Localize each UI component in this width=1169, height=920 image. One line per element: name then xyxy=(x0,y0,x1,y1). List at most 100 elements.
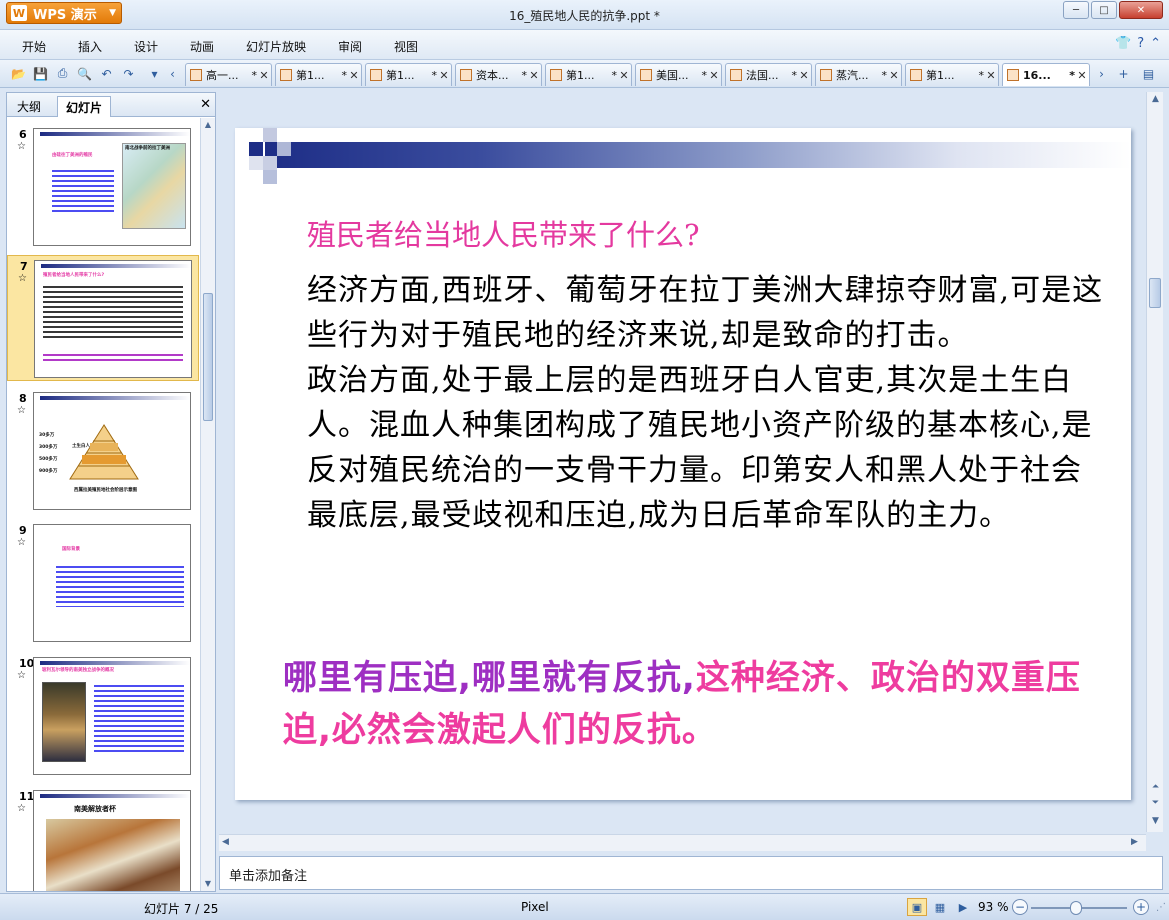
close-tab-icon[interactable]: ✕ xyxy=(437,69,451,82)
slide-number: 7 xyxy=(20,260,28,273)
title-bar: W WPS 演示 ▼ 16_殖民地人民的抗争.ppt * ─ □ ✕ xyxy=(0,0,1169,30)
close-panel-icon[interactable]: ✕ xyxy=(200,97,211,112)
animation-star-icon: ☆ xyxy=(18,273,27,284)
close-tab-icon[interactable]: ✕ xyxy=(887,69,901,82)
editor-horizontal-scrollbar[interactable]: ◀ ▶ xyxy=(219,834,1146,851)
zoom-in-icon[interactable]: + xyxy=(1133,899,1149,915)
notes-pane[interactable]: 单击添加备注 xyxy=(219,856,1163,890)
ppt-file-icon xyxy=(820,69,832,81)
portrait-image xyxy=(42,682,86,762)
scroll-up-icon[interactable]: ▲ xyxy=(203,120,213,130)
maximize-button[interactable]: □ xyxy=(1091,1,1117,19)
doc-tab[interactable]: 蒸汽... * ✕ xyxy=(815,63,902,86)
slideshow-view-icon[interactable]: ▶ xyxy=(953,898,973,916)
trophy-photo xyxy=(46,819,180,891)
thumbnail-slide-9[interactable]: 9 ☆ 国际背景 xyxy=(7,520,199,646)
close-tab-icon[interactable]: ✕ xyxy=(257,69,271,82)
ppt-file-icon xyxy=(910,69,922,81)
close-tab-icon[interactable]: ✕ xyxy=(617,69,631,82)
doc-tab[interactable]: 第1... * ✕ xyxy=(905,63,999,86)
tab-slides[interactable]: 幻灯片 xyxy=(57,96,112,117)
previous-slide-icon[interactable]: ⏶ xyxy=(1150,782,1161,793)
doc-tab[interactable]: 资本... * ✕ xyxy=(455,63,542,86)
open-icon[interactable]: 📂 xyxy=(10,65,27,82)
slide-body-text[interactable]: 经济方面,西班牙、葡萄牙在拉丁美洲大肆掠夺财富,可是这些行为对于殖民地的经济来说… xyxy=(307,268,1107,538)
normal-view-icon[interactable]: ▣ xyxy=(907,898,927,916)
zoom-slider-handle[interactable] xyxy=(1069,901,1082,915)
ppt-file-icon xyxy=(640,69,652,81)
doc-tab-active[interactable]: 16... * ✕ xyxy=(1002,63,1090,86)
mini-map-caption: 南北战争前的拉丁美洲 xyxy=(125,146,170,151)
thumbnail-slide-8[interactable]: 8 ☆ 土生白人 30多万 300多万 500多万 900多万 西属拉美殖民地社… xyxy=(7,388,199,514)
menu-slideshow[interactable]: 幻灯片放映 xyxy=(246,38,306,55)
conclusion-part-1: 哪里有压迫,哪里就有反抗, xyxy=(283,658,696,698)
scroll-left-icon[interactable]: ◀ xyxy=(222,837,233,847)
thumbnail-slide-7-selected[interactable]: 7 ☆ 殖民者给当地人民带来了什么? xyxy=(7,255,199,381)
ppt-file-icon xyxy=(280,69,292,81)
menu-design[interactable]: 设计 xyxy=(134,38,158,55)
thumbnail-slide-10[interactable]: 10 ☆ 玻利瓦尔领导的南美独立战争的概况 xyxy=(7,653,199,779)
close-tab-icon[interactable]: ✕ xyxy=(1075,69,1089,82)
skin-icon[interactable]: 👕 xyxy=(1115,36,1131,51)
doc-tab[interactable]: 美国... * ✕ xyxy=(635,63,722,86)
quick-toolbar-dropdown-icon[interactable]: ▾ xyxy=(146,65,163,82)
editor-vertical-scrollbar[interactable]: ▲ ⏶ ⏷ ▼ xyxy=(1146,92,1163,832)
minimize-button[interactable]: ─ xyxy=(1063,1,1089,19)
close-button[interactable]: ✕ xyxy=(1119,1,1163,19)
ppt-file-icon xyxy=(1007,69,1019,81)
redo-icon[interactable]: ↷ xyxy=(120,65,137,82)
ppt-file-icon xyxy=(550,69,562,81)
next-slide-icon[interactable]: ⏷ xyxy=(1150,798,1161,809)
menu-view[interactable]: 视图 xyxy=(394,38,418,55)
ribbon-toggle-icon[interactable]: ⌃ xyxy=(1150,36,1161,51)
close-tab-icon[interactable]: ✕ xyxy=(527,69,541,82)
mini-title-bar xyxy=(40,132,190,136)
scrollbar-thumb[interactable] xyxy=(203,293,213,421)
slide-conclusion[interactable]: 哪里有压迫,哪里就有反抗,这种经济、政治的双重压迫,必然会激起人们的反抗。 xyxy=(283,652,1113,756)
thumbnail-list: 6 ☆ 由硅往丁美洲的殖民 南北战争前的拉丁美洲 7 ☆ 殖民者给当地人民带来了… xyxy=(7,118,199,891)
doc-tab[interactable]: 第1... * ✕ xyxy=(545,63,632,86)
theme-name: Pixel xyxy=(521,900,549,914)
close-tab-icon[interactable]: ✕ xyxy=(984,69,998,82)
ppt-file-icon xyxy=(190,69,202,81)
close-tab-icon[interactable]: ✕ xyxy=(347,69,361,82)
doc-tab[interactable]: 第1... * ✕ xyxy=(365,63,452,86)
slide-panel: 大纲 幻灯片 ✕ 6 ☆ 由硅往丁美洲的殖民 南北战争前的拉丁美洲 7 ☆ 殖民… xyxy=(6,92,216,892)
save-icon[interactable]: 💾 xyxy=(32,65,49,82)
menu-home[interactable]: 开始 xyxy=(22,38,46,55)
slide-sorter-view-icon[interactable]: ▦ xyxy=(930,898,950,916)
close-tab-icon[interactable]: ✕ xyxy=(797,69,811,82)
panel-scrollbar[interactable]: ▲ ▼ xyxy=(200,118,215,891)
scroll-right-icon[interactable]: ▶ xyxy=(1131,837,1142,847)
tab-outline[interactable]: 大纲 xyxy=(9,96,49,117)
resize-grip-icon[interactable]: ⋰ xyxy=(1156,902,1166,913)
tab-scroll-left-icon[interactable]: ‹ xyxy=(164,65,181,82)
scroll-down-icon[interactable]: ▼ xyxy=(203,879,213,889)
help-icon[interactable]: ? xyxy=(1137,36,1144,51)
tab-list-icon[interactable]: ▤ xyxy=(1140,65,1157,82)
mini-title-bar xyxy=(41,264,191,268)
animation-star-icon: ☆ xyxy=(17,537,26,548)
print-icon[interactable]: ⎙ xyxy=(54,65,71,82)
menu-review[interactable]: 审阅 xyxy=(338,38,362,55)
zoom-out-icon[interactable]: − xyxy=(1012,899,1028,915)
scroll-up-icon[interactable]: ▲ xyxy=(1150,94,1161,105)
scroll-down-icon[interactable]: ▼ xyxy=(1150,816,1161,827)
menu-animation[interactable]: 动画 xyxy=(190,38,214,55)
doc-tab[interactable]: 高一... * ✕ xyxy=(185,63,272,86)
slide-heading[interactable]: 殖民者给当地人民带来了什么? xyxy=(307,212,700,254)
print-preview-icon[interactable]: 🔍 xyxy=(76,65,93,82)
new-tab-icon[interactable]: + xyxy=(1115,65,1132,82)
doc-tab[interactable]: 法国... * ✕ xyxy=(725,63,812,86)
close-tab-icon[interactable]: ✕ xyxy=(707,69,721,82)
slide-canvas[interactable]: 殖民者给当地人民带来了什么? 经济方面,西班牙、葡萄牙在拉丁美洲大肆掠夺财富,可… xyxy=(235,128,1131,800)
doc-tab[interactable]: 第1... * ✕ xyxy=(275,63,362,86)
menu-insert[interactable]: 插入 xyxy=(78,38,102,55)
thumbnail-slide-6[interactable]: 6 ☆ 由硅往丁美洲的殖民 南北战争前的拉丁美洲 xyxy=(7,124,199,250)
panel-tabs: 大纲 幻灯片 ✕ xyxy=(7,93,215,117)
slide-preview: 由硅往丁美洲的殖民 南北战争前的拉丁美洲 xyxy=(33,128,191,246)
tab-scroll-right-icon[interactable]: › xyxy=(1093,65,1110,82)
thumbnail-slide-11[interactable]: 11 ☆ 南美解放者杯 xyxy=(7,786,199,891)
undo-icon[interactable]: ↶ xyxy=(98,65,115,82)
scrollbar-thumb[interactable] xyxy=(1149,278,1161,308)
